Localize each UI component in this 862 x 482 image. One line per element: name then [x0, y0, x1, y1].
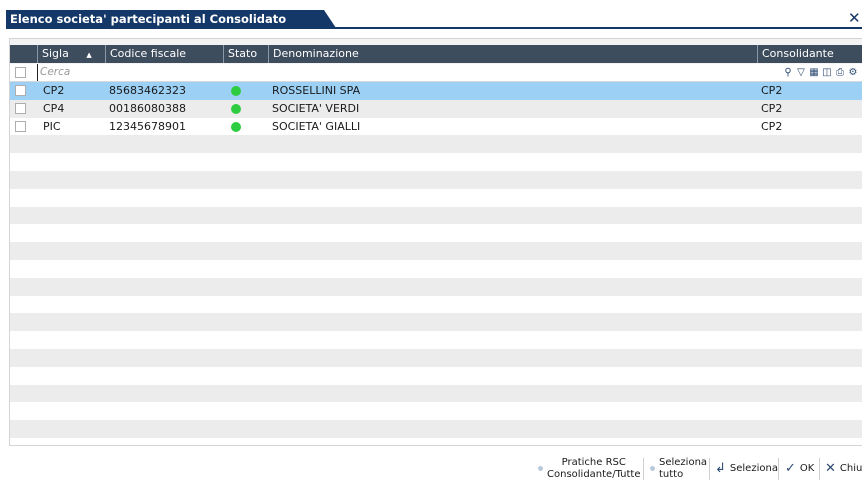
sort-ascending-icon[interactable]: ▲ [86, 51, 91, 59]
table-row[interactable]: CP4 00186080388 SOCIETA' VERDI CP2 [10, 99, 862, 118]
title-underline [6, 27, 862, 29]
footer-toolbar: Pratiche RSC Consolidante/Tutte Selezion… [0, 455, 862, 482]
ok-label: OK [799, 463, 815, 474]
column-header-consolidante[interactable]: Consolidante [757, 45, 862, 63]
empty-row [10, 277, 862, 296]
return-arrow-icon: ↲ [715, 461, 726, 476]
seleziona-label: Seleziona [729, 463, 778, 474]
grid-header: Sigla ▲ Codice fiscale Stato Denominazio… [10, 45, 862, 63]
pratiche-rsc-line2: Consolidante/Tutte [547, 468, 641, 480]
pratiche-rsc-label: Pratiche RSC Consolidante/Tutte [547, 457, 641, 481]
export-icon[interactable]: ▦ [809, 67, 819, 78]
close-icon[interactable]: ✕ [848, 9, 862, 27]
empty-row [10, 224, 862, 243]
empty-row [10, 420, 862, 438]
pratiche-rsc-button[interactable]: Pratiche RSC Consolidante/Tutte [538, 455, 641, 482]
pratiche-rsc-line1: Pratiche RSC [561, 456, 626, 468]
search-icon[interactable]: ⚲ [783, 67, 793, 78]
row-checkbox[interactable] [15, 102, 26, 114]
search-row: Cerca ⚲ ▽ ▦ ◫ ⎙ ⚙ [10, 64, 862, 82]
status-active-icon [231, 121, 241, 132]
seleziona-tutto-line1: Seleziona [659, 456, 708, 468]
seleziona-tutto-line2: tutto [659, 468, 684, 480]
empty-row [10, 135, 862, 154]
empty-row [10, 242, 862, 260]
empty-rows [10, 135, 862, 445]
empty-row [10, 259, 862, 278]
cell-consolidante: CP2 [761, 119, 783, 133]
seleziona-button[interactable]: ↲ Seleziona [715, 455, 778, 482]
ok-button[interactable]: ✓ OK [785, 455, 814, 482]
column-header-stato[interactable]: Stato [223, 45, 268, 63]
filter-icon[interactable]: ▽ [796, 67, 806, 78]
status-active-icon [231, 86, 241, 96]
empty-row [10, 331, 862, 349]
row-checkbox[interactable] [15, 85, 26, 96]
cell-sigla: CP2 [43, 84, 65, 97]
chiudi-label: Chiudi [839, 463, 862, 474]
cell-consolidante: CP2 [761, 101, 783, 115]
grid-body: CP2 85683462323 ROSSELLINI SPA CP2 CP4 0… [10, 82, 862, 445]
cell-codice-fiscale: 85683462323 [109, 84, 186, 97]
cell-sigla: CP4 [43, 101, 65, 115]
footer-divider [819, 458, 820, 480]
column-header-codice-fiscale[interactable]: Codice fiscale [105, 45, 223, 63]
footer-divider [778, 458, 779, 480]
cell-consolidante: CP2 [761, 84, 783, 97]
empty-row [10, 384, 862, 403]
empty-row [10, 206, 862, 225]
cell-sigla: PIC [43, 119, 61, 133]
empty-row [10, 348, 862, 367]
select-all-checkbox[interactable] [15, 67, 26, 78]
search-input[interactable]: Cerca [37, 64, 70, 81]
companies-grid: Sigla ▲ Codice fiscale Stato Denominazio… [9, 38, 862, 446]
cell-codice-fiscale: 12345678901 [109, 119, 186, 133]
grid-toolbar: ⚲ ▽ ▦ ◫ ⎙ ⚙ [783, 64, 858, 81]
table-row[interactable]: PIC 12345678901 SOCIETA' GIALLI CP2 [10, 117, 862, 136]
window-title: Elenco societa' partecipanti al Consolid… [6, 10, 336, 28]
seleziona-tutto-label: Seleziona tutto [659, 457, 707, 481]
footer-divider [709, 458, 710, 480]
status-active-icon [231, 103, 241, 114]
empty-row [10, 313, 862, 332]
cell-denominazione: ROSSELLINI SPA [272, 84, 361, 97]
footer-divider [643, 458, 644, 480]
cell-codice-fiscale: 00186080388 [109, 101, 186, 115]
row-checkbox[interactable] [15, 120, 26, 132]
empty-row [10, 366, 862, 385]
column-header-sigla[interactable]: Sigla ▲ [37, 45, 105, 63]
column-label-sigla: Sigla [42, 47, 69, 60]
empty-row [10, 188, 862, 207]
columns-icon[interactable]: ◫ [822, 67, 832, 78]
print-icon[interactable]: ⎙ [835, 67, 845, 78]
empty-row [10, 437, 862, 445]
empty-row [10, 295, 862, 314]
empty-row [10, 170, 862, 189]
bullet-icon [650, 466, 655, 471]
checkmark-icon: ✓ [785, 461, 796, 476]
close-icon: ✕ [825, 461, 836, 476]
table-row[interactable]: CP2 85683462323 ROSSELLINI SPA CP2 [10, 82, 862, 100]
bullet-icon [538, 466, 543, 471]
settings-icon[interactable]: ⚙ [848, 67, 858, 78]
empty-row [10, 153, 862, 171]
header-select-column [10, 45, 37, 63]
empty-row [10, 402, 862, 421]
chiudi-button[interactable]: ✕ Chiudi [825, 455, 862, 482]
cell-denominazione: SOCIETA' VERDI [272, 101, 360, 115]
cell-denominazione: SOCIETA' GIALLI [272, 119, 361, 133]
seleziona-tutto-button[interactable]: Seleziona tutto [650, 455, 707, 482]
column-header-denominazione[interactable]: Denominazione [268, 45, 757, 63]
